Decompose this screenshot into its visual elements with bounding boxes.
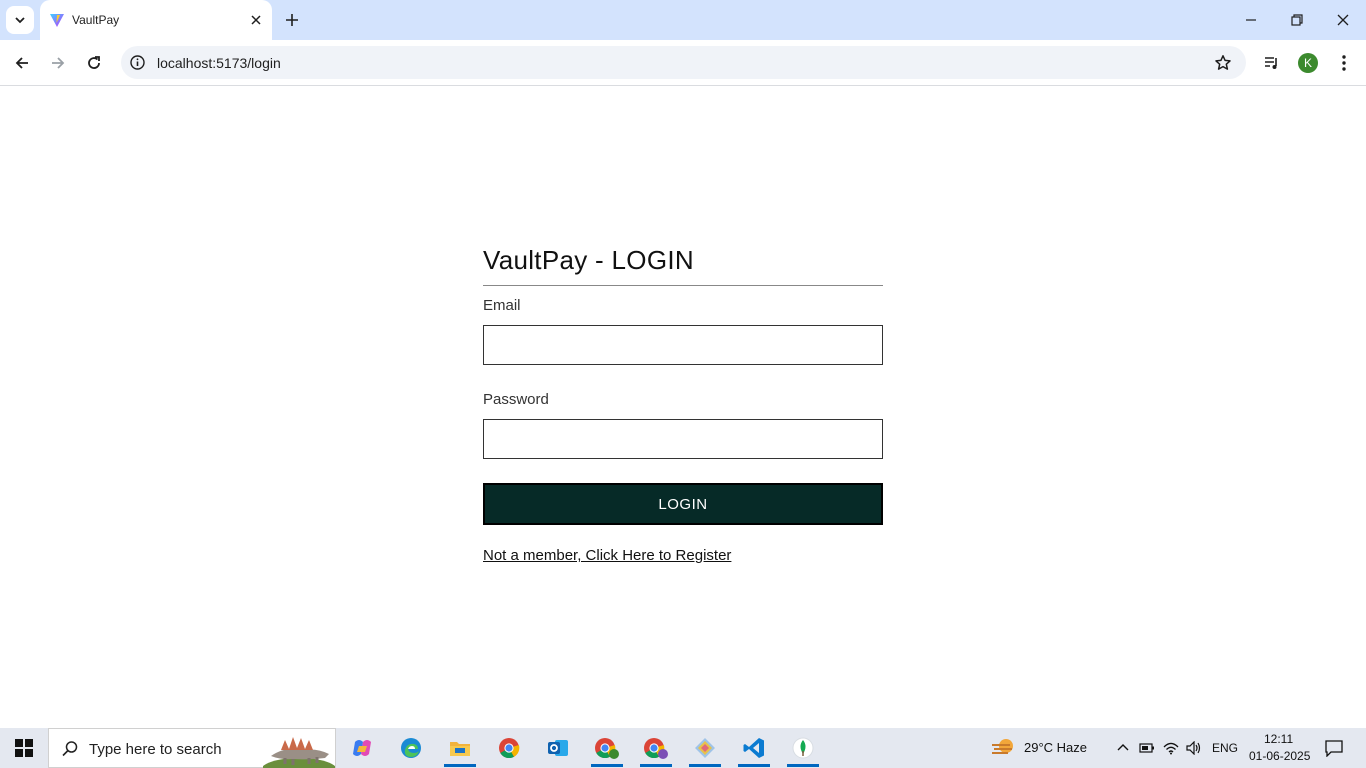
password-label: Password [483, 391, 549, 408]
register-link[interactable]: Not a member, Click Here to Register [483, 547, 731, 564]
taskbar-file-explorer[interactable] [436, 728, 484, 768]
address-bar[interactable]: localhost:5173/login [121, 46, 1246, 79]
login-form: VaultPay - LOGIN Email Password LOGIN No… [483, 245, 883, 565]
taskbar-vscode[interactable] [730, 728, 778, 768]
weather-haze-icon [992, 739, 1013, 754]
reload-icon [88, 56, 100, 69]
folder-icon [450, 742, 470, 756]
restore-button[interactable] [1274, 0, 1320, 40]
tab-search-button[interactable] [6, 6, 34, 34]
start-button[interactable] [0, 728, 48, 768]
forward-button[interactable] [44, 49, 72, 77]
page-content: VaultPay - LOGIN Email Password LOGIN No… [0, 87, 1366, 728]
taskbar-chrome[interactable] [485, 728, 533, 768]
outlook-icon [548, 740, 568, 756]
edge-browser-icon [401, 738, 421, 758]
browser-tab-active[interactable]: VaultPay [40, 0, 272, 40]
clock-time[interactable]: 12:11 [1264, 732, 1293, 746]
taskbar-outlook[interactable] [534, 728, 582, 768]
bookmark-star-icon[interactable] [1214, 54, 1232, 72]
taskbar-copilot[interactable] [338, 728, 386, 768]
mongodb-leaf-icon [792, 737, 814, 759]
notification-icon [1325, 740, 1343, 757]
search-icon [62, 741, 78, 757]
browser-toolbar: localhost:5173/login K [0, 40, 1366, 86]
restore-icon [1291, 14, 1303, 26]
kebab-menu-icon [1342, 55, 1346, 71]
chrome-profile-icon [644, 738, 668, 759]
login-button[interactable]: LOGIN [483, 483, 883, 525]
password-field[interactable] [483, 419, 883, 459]
stegosaurus-illustration-icon [263, 737, 335, 768]
email-field[interactable] [483, 325, 883, 365]
chevron-up-icon [1117, 744, 1129, 751]
windows-taskbar: Type here to search 29°C Haze ENG 12:11 … [0, 728, 1366, 768]
media-controls-button[interactable] [1258, 49, 1286, 77]
chrome-profile-icon [595, 738, 619, 759]
wifi-button[interactable] [1162, 739, 1180, 757]
taskbar-search-placeholder: Type here to search [89, 741, 222, 758]
language-indicator[interactable]: ENG [1212, 741, 1238, 755]
minimize-icon [1246, 19, 1256, 21]
back-button[interactable] [8, 49, 36, 77]
arrow-right-icon [52, 57, 65, 69]
taskbar-git-app[interactable] [681, 728, 729, 768]
taskbar-mongodb-compass[interactable] [779, 728, 827, 768]
browser-tabstrip: VaultPay [0, 0, 1366, 40]
profile-button[interactable]: K [1294, 49, 1322, 77]
arrow-left-icon [15, 57, 28, 69]
close-icon [251, 15, 261, 25]
new-tab-button[interactable] [282, 10, 302, 30]
avatar: K [1298, 53, 1318, 73]
taskbar-chrome-profile-2[interactable] [632, 728, 680, 768]
copilot-icon [353, 740, 371, 756]
taskbar-edge[interactable] [387, 728, 435, 768]
volume-button[interactable] [1185, 739, 1203, 757]
vite-favicon-icon [50, 14, 64, 27]
reload-button[interactable] [80, 49, 108, 77]
weather-text[interactable]: 29°C Haze [1024, 740, 1087, 755]
site-info-icon[interactable] [129, 54, 146, 71]
vscode-icon [743, 738, 764, 758]
wifi-icon [1163, 742, 1179, 755]
show-hidden-icons-button[interactable] [1114, 739, 1132, 757]
url-text: localhost:5173/login [157, 55, 281, 71]
chrome-icon [499, 738, 520, 759]
battery-button[interactable] [1138, 739, 1156, 757]
notifications-button[interactable] [1324, 739, 1344, 757]
diamond-app-icon [695, 738, 715, 758]
tab-title: VaultPay [72, 13, 120, 27]
battery-icon [1139, 743, 1154, 753]
tab-close-button[interactable] [248, 12, 264, 28]
taskbar-chrome-profile-active[interactable] [583, 728, 631, 768]
email-label: Email [483, 297, 521, 314]
taskbar-search-box[interactable]: Type here to search [48, 728, 336, 768]
minimize-button[interactable] [1228, 0, 1274, 40]
plus-icon [286, 14, 298, 26]
window-close-button[interactable] [1320, 0, 1366, 40]
windows-logo-icon [15, 739, 33, 757]
page-title: VaultPay - LOGIN [483, 245, 883, 286]
browser-menu-button[interactable] [1330, 49, 1358, 77]
media-queue-icon [1265, 57, 1277, 69]
chevron-down-icon [15, 17, 25, 24]
speaker-icon [1186, 741, 1201, 755]
clock-date[interactable]: 01-06-2025 [1249, 749, 1310, 763]
close-icon [1337, 14, 1349, 26]
